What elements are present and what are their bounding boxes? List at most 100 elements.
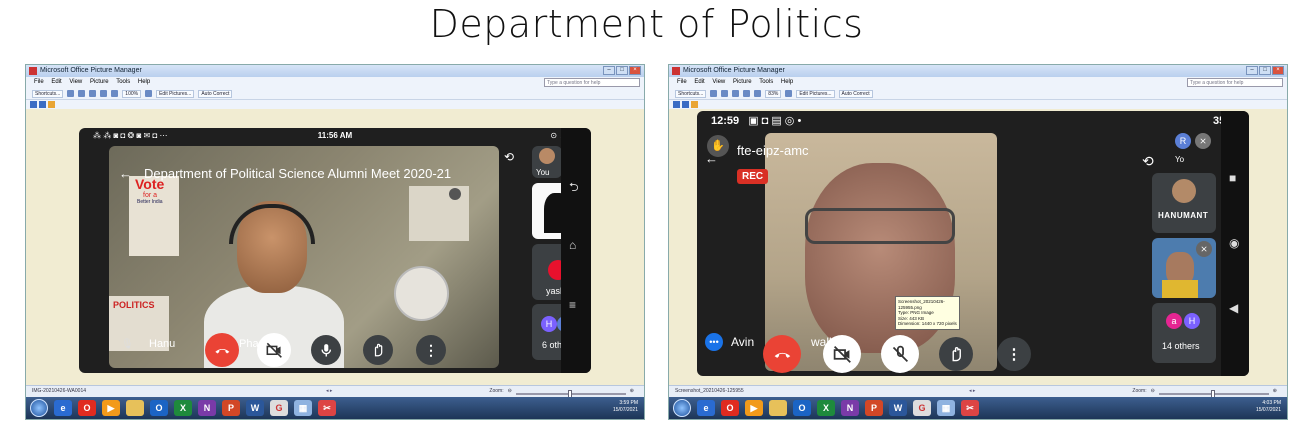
zoom-in-icon[interactable]: ⊕ (630, 386, 634, 397)
menu-file[interactable]: File (677, 79, 687, 85)
filmstrip-view-icon[interactable] (39, 101, 46, 108)
maximize-button[interactable]: □ (1259, 66, 1271, 75)
prev-next-icon[interactable]: ◂ ▸ (326, 386, 332, 397)
self-tile[interactable]: You (532, 146, 562, 178)
raise-hand-button[interactable] (363, 335, 393, 365)
menu-edit[interactable]: Edit (51, 79, 61, 85)
thumbnail-view-icon[interactable] (673, 101, 680, 108)
folder-icon[interactable] (126, 400, 144, 416)
others-tile[interactable]: a H 14 others (1152, 303, 1216, 363)
camera-toggle-button[interactable] (823, 335, 861, 373)
close-button[interactable]: × (1272, 66, 1284, 75)
menu-view[interactable]: View (69, 79, 82, 85)
save-icon[interactable] (710, 90, 718, 97)
home-nav-icon[interactable]: ⌂ (569, 238, 576, 252)
auto-correct-button[interactable]: Auto Correct (198, 89, 233, 98)
maximize-button[interactable]: □ (616, 66, 628, 75)
switch-camera-icon[interactable]: ⟲ (504, 150, 514, 164)
cut-icon[interactable] (89, 90, 97, 97)
camera-toggle-button[interactable] (257, 333, 291, 367)
menu-view[interactable]: View (712, 79, 725, 85)
outlook-icon[interactable]: O (150, 400, 168, 416)
mic-button[interactable] (311, 335, 341, 365)
opera-icon[interactable]: O (721, 400, 739, 416)
mic-toggle-button[interactable] (881, 335, 919, 373)
print-icon[interactable] (721, 90, 729, 97)
meeting-title[interactable]: Department of Political Science Alumni M… (144, 166, 451, 181)
onenote-icon[interactable]: N (841, 400, 859, 416)
menu-edit[interactable]: Edit (694, 79, 704, 85)
snipping-tool-icon[interactable]: ✂ (318, 400, 336, 416)
more-options-button[interactable]: ⋮ (997, 337, 1031, 371)
prev-next-icon[interactable]: ◂ ▸ (969, 386, 975, 397)
zoom-slider[interactable] (515, 390, 626, 398)
delete-icon[interactable] (111, 90, 119, 97)
end-call-button[interactable] (763, 335, 801, 373)
shortcuts-button[interactable]: Shortcuts... (32, 89, 64, 98)
outlook-icon[interactable]: O (793, 400, 811, 416)
rotate-icon[interactable] (145, 90, 153, 97)
zoom-in-icon[interactable]: ⊕ (1273, 386, 1277, 397)
print-icon[interactable] (78, 90, 86, 97)
zoom-out-icon[interactable]: ⊖ (1151, 386, 1155, 397)
minimize-button[interactable]: – (603, 66, 615, 75)
excel-icon[interactable]: X (817, 400, 835, 416)
menu-tools[interactable]: Tools (759, 79, 773, 85)
help-search-input[interactable]: Type a question for help (1187, 78, 1283, 87)
ie-icon[interactable]: e (54, 400, 72, 416)
menu-picture[interactable]: Picture (90, 79, 109, 85)
back-arrow-icon[interactable]: ← (705, 151, 718, 166)
minimize-button[interactable]: – (1246, 66, 1258, 75)
save-icon[interactable] (67, 90, 75, 97)
filmstrip-view-icon[interactable] (682, 101, 689, 108)
end-call-button[interactable] (205, 333, 239, 367)
edit-pictures-button[interactable]: Edit Pictures... (156, 89, 195, 98)
home-nav-icon[interactable]: ◉ (1229, 236, 1239, 250)
switch-camera-icon[interactable]: ⟲ (1142, 153, 1154, 170)
back-nav-icon[interactable]: ⮌ (569, 178, 579, 199)
thumbnail-view-icon[interactable] (30, 101, 37, 108)
zoom-out-icon[interactable]: ⊖ (508, 386, 512, 397)
participant-tile-video[interactable]: ⨯ (1152, 238, 1216, 298)
chrome-icon[interactable]: G (270, 400, 288, 416)
single-view-icon[interactable] (48, 101, 55, 108)
rotate-icon[interactable] (785, 90, 793, 97)
meeting-code[interactable]: fte-eipz-amc (737, 143, 809, 158)
picture-manager-icon[interactable]: ▦ (937, 400, 955, 416)
back-nav-icon[interactable]: ◀ (1229, 301, 1238, 315)
help-search-input[interactable]: Type a question for help (544, 78, 640, 87)
picture-manager-icon[interactable]: ▦ (294, 400, 312, 416)
ie-icon[interactable]: e (697, 400, 715, 416)
recents-nav-icon[interactable]: ■ (1229, 171, 1236, 185)
media-player-icon[interactable]: ▶ (102, 400, 120, 416)
excel-icon[interactable]: X (174, 400, 192, 416)
zoom-select[interactable]: 100% (122, 89, 142, 98)
participant-tile-hanumant[interactable]: HANUMANT (1152, 173, 1216, 233)
edit-pictures-button[interactable]: Edit Pictures... (796, 89, 835, 98)
raise-hand-button[interactable] (939, 337, 973, 371)
media-player-icon[interactable]: ▶ (745, 400, 763, 416)
snipping-tool-icon[interactable]: ✂ (961, 400, 979, 416)
recents-nav-icon[interactable]: ≡ (569, 298, 576, 312)
more-options-button[interactable]: ⋮ (416, 335, 446, 365)
shortcuts-button[interactable]: Shortcuts... (675, 89, 707, 98)
start-button[interactable] (30, 399, 48, 417)
delete-icon[interactable] (754, 90, 762, 97)
back-arrow-icon[interactable]: ← (119, 166, 132, 181)
copy-icon[interactable] (743, 90, 751, 97)
folder-icon[interactable] (769, 400, 787, 416)
powerpoint-icon[interactable]: P (222, 400, 240, 416)
auto-correct-button[interactable]: Auto Correct (838, 89, 873, 98)
opera-icon[interactable]: O (78, 400, 96, 416)
word-icon[interactable]: W (246, 400, 264, 416)
copy-icon[interactable] (100, 90, 108, 97)
menu-help[interactable]: Help (781, 79, 793, 85)
menu-tools[interactable]: Tools (116, 79, 130, 85)
close-button[interactable]: × (629, 66, 641, 75)
onenote-icon[interactable]: N (198, 400, 216, 416)
menu-picture[interactable]: Picture (733, 79, 752, 85)
zoom-slider[interactable] (1158, 390, 1269, 398)
start-button[interactable] (673, 399, 691, 417)
single-view-icon[interactable] (691, 101, 698, 108)
cut-icon[interactable] (732, 90, 740, 97)
